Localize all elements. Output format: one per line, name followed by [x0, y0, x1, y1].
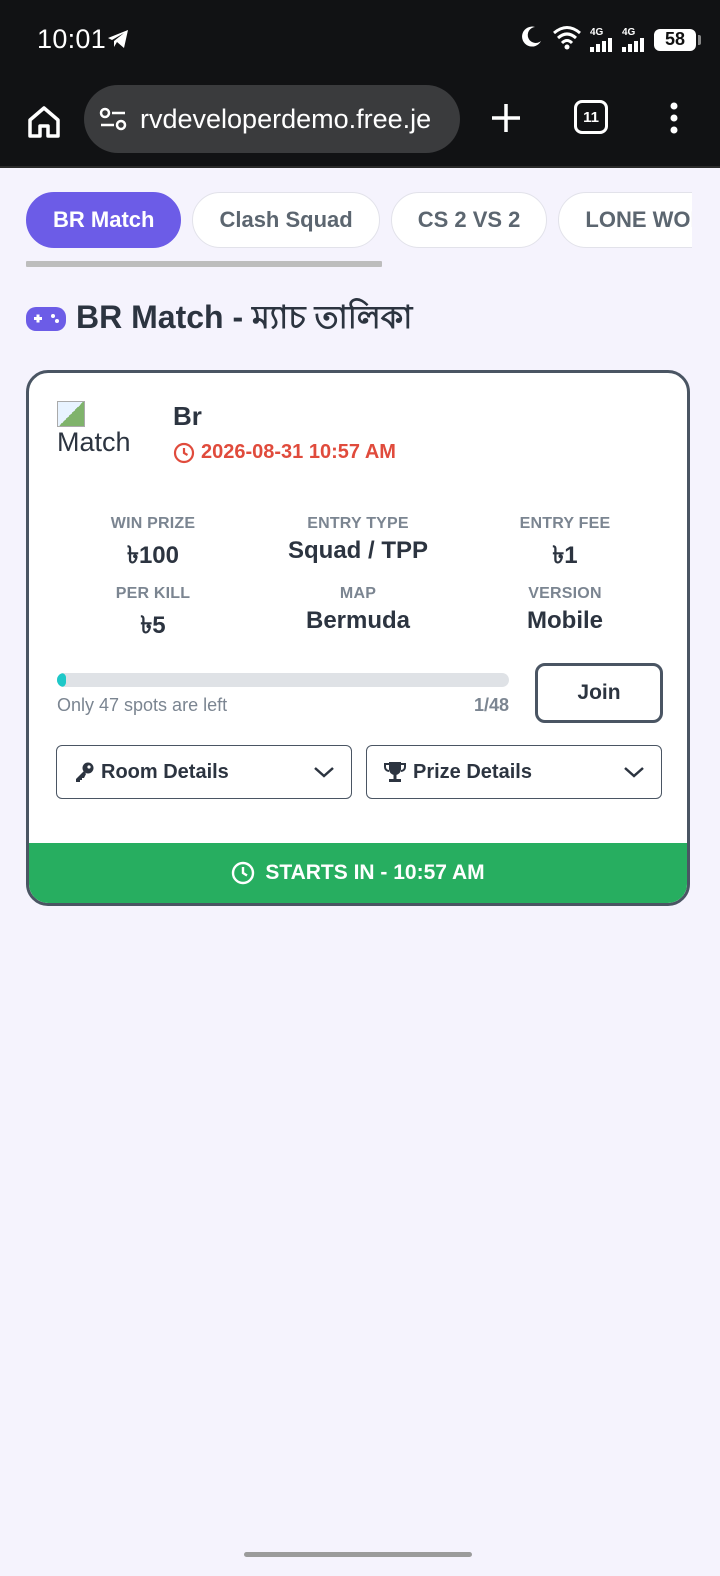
join-button[interactable]: Join: [535, 663, 663, 723]
battery-icon: 58: [654, 28, 701, 51]
match-datetime: 2026-08-31 10:57 AM: [173, 441, 396, 464]
room-details-dropdown[interactable]: Room Details: [56, 745, 352, 799]
category-tabs: BR MatchClash SquadCS 2 VS 2LONE WOLF: [26, 192, 692, 252]
broken-image-icon: [57, 401, 85, 427]
stat-label: VERSION: [528, 585, 602, 602]
tab-cs-2vs2[interactable]: CS 2 VS 2: [390, 192, 548, 248]
stat-entry-type: ENTRY TYPE Squad / TPP: [258, 515, 458, 565]
tab-clash-squad[interactable]: Clash Squad: [192, 192, 380, 248]
stat-map: MAP Bermuda: [258, 585, 458, 635]
status-bar: 10:01 4G 4G 58: [0, 0, 720, 82]
chevron-down-icon: [624, 767, 644, 778]
spots-progress-bar: [57, 673, 509, 687]
tab-lone-wolf[interactable]: LONE WOLF: [558, 192, 692, 248]
match-datetime-text: 2026-08-31 10:57 AM: [201, 441, 396, 463]
stat-value: ৳1: [552, 542, 578, 569]
telegram-icon: [106, 28, 130, 55]
starts-in-banner: STARTS IN - 10:57 AM: [29, 843, 687, 903]
prize-details-dropdown[interactable]: Prize Details: [366, 745, 662, 799]
stat-entry-fee: ENTRY FEE ৳1: [465, 515, 665, 577]
gamepad-icon: [26, 307, 66, 331]
stat-label: MAP: [339, 585, 377, 602]
stat-version: VERSION Mobile: [465, 585, 665, 635]
stat-label: WIN PRIZE: [110, 515, 196, 532]
new-tab-button[interactable]: [486, 96, 526, 140]
spots-left-text: Only 47 spots are left: [57, 695, 228, 715]
match-image: Match: [57, 401, 153, 465]
tabs-scrollbar[interactable]: [26, 261, 382, 267]
match-title: Br: [173, 401, 202, 431]
moon-icon: [518, 24, 544, 55]
stat-value: ৳100: [127, 542, 179, 569]
spots-count: 1/48: [473, 695, 509, 715]
tab-switcher-button[interactable]: 11: [574, 100, 608, 134]
browser-toolbar: rvdeveloperdemo.free.je 11: [0, 82, 720, 168]
clock-icon: [173, 442, 195, 463]
match-card: Match Br 2026-08-31 10:57 AM WIN PRIZE ৳…: [26, 370, 690, 906]
chevron-down-icon: [314, 767, 334, 778]
stat-per-kill: PER KILL ৳5: [53, 585, 253, 647]
stat-label: ENTRY TYPE: [307, 515, 409, 532]
stat-value: Squad / TPP: [287, 537, 428, 564]
site-settings-icon: [99, 107, 127, 131]
signal-icon-1: 4G: [590, 27, 614, 52]
url-text: rvdeveloperdemo.free.je: [140, 103, 432, 134]
stat-value: Bermuda: [305, 607, 411, 634]
home-button[interactable]: [22, 100, 66, 144]
spots-progress-fill: [57, 673, 67, 687]
home-icon: [28, 106, 60, 138]
prize-details-label: Prize Details: [413, 760, 532, 783]
clock-icon: [232, 861, 255, 885]
key-icon: [76, 762, 94, 782]
trophy-icon: [384, 762, 406, 782]
plus-icon: [492, 104, 520, 132]
match-image-alt: Match: [57, 427, 131, 457]
address-bar[interactable]: rvdeveloperdemo.free.je: [84, 85, 460, 153]
gesture-nav-bar[interactable]: [244, 1552, 472, 1557]
status-time: 10:01: [37, 24, 107, 54]
section-heading: BR Match - ম্যাচ তালিকা: [26, 292, 412, 346]
room-details-label: Room Details: [101, 760, 229, 783]
stat-win-prize: WIN PRIZE ৳100: [53, 515, 253, 577]
stat-label: ENTRY FEE: [519, 515, 611, 532]
starts-in-text: STARTS IN - 10:57 AM: [265, 861, 485, 884]
more-vert-icon: [670, 102, 678, 134]
tab-br-match[interactable]: BR Match: [26, 192, 182, 248]
stat-value: Mobile: [527, 607, 603, 634]
page-title: BR Match - ম্যাচ তালিকা: [76, 299, 413, 335]
browser-menu-button[interactable]: [664, 98, 684, 138]
signal-icon-2: 4G: [622, 27, 646, 52]
stat-label: PER KILL: [115, 585, 191, 602]
stat-value: ৳5: [140, 612, 166, 639]
wifi-icon: [552, 24, 582, 55]
